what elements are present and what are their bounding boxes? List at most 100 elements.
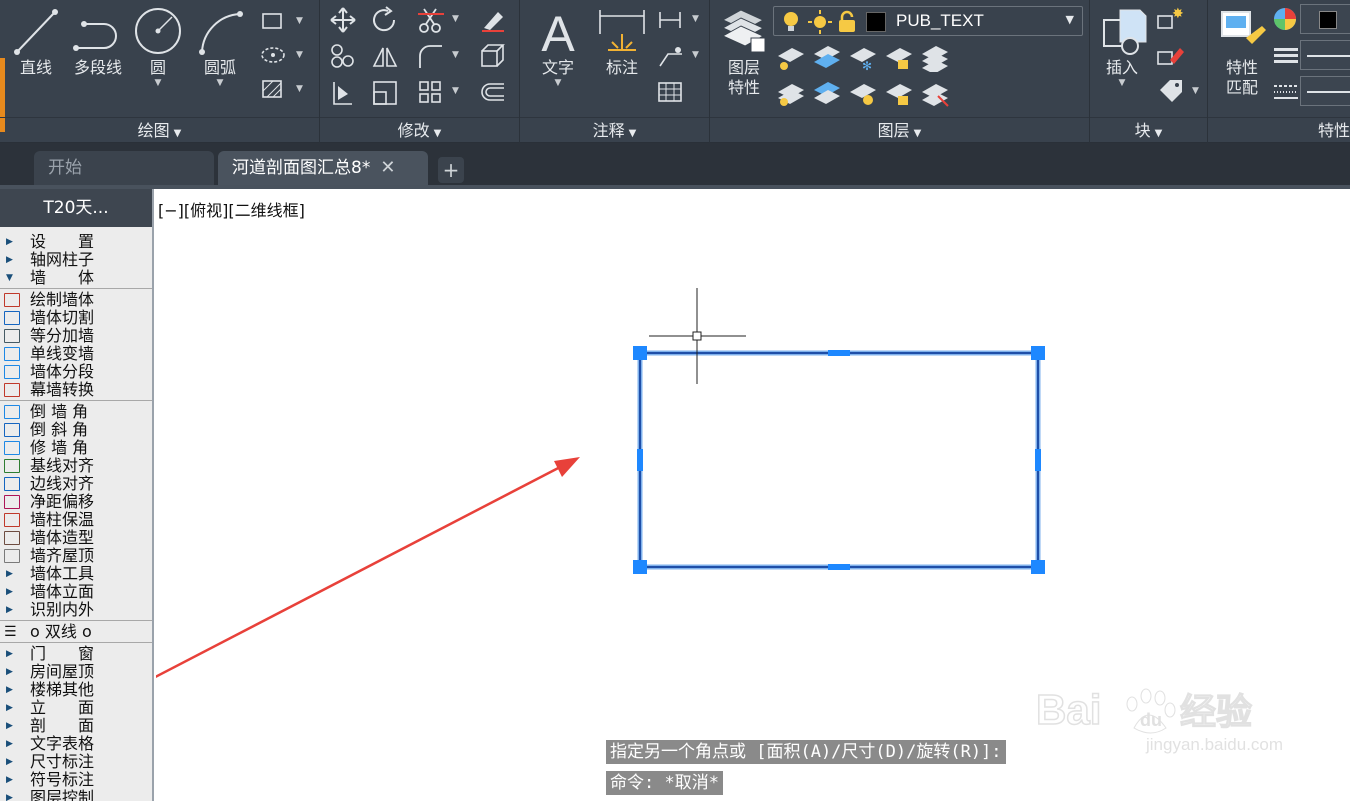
rectangle-dropdown-icon[interactable]: ▼ bbox=[296, 16, 303, 26]
move-button[interactable] bbox=[328, 6, 364, 36]
scale-button[interactable] bbox=[370, 78, 406, 108]
new-tab-button[interactable]: + bbox=[438, 157, 464, 183]
palette-separator-item[interactable]: ☰ o 双线 o bbox=[0, 623, 152, 641]
palette-item[interactable]: 基线对齐 bbox=[0, 457, 152, 475]
layer-off-button[interactable] bbox=[776, 44, 812, 74]
palette-item[interactable]: ▶ 图层控制 bbox=[0, 789, 152, 801]
ellipse-button[interactable] bbox=[258, 42, 294, 72]
palette-item[interactable]: ▶ 符号标注 bbox=[0, 771, 152, 789]
arc-button[interactable]: 圆弧 ▼ bbox=[190, 4, 250, 112]
drawing-canvas[interactable]: [−][俯视][二维线框] Bai du 经验 jingyan.baidu.co… bbox=[156, 189, 1350, 801]
ellipse-dropdown-icon[interactable]: ▼ bbox=[296, 50, 303, 60]
leader-dropdown-icon[interactable]: ▼ bbox=[692, 50, 699, 60]
selected-rectangle[interactable] bbox=[633, 346, 1045, 574]
erase-button[interactable] bbox=[478, 6, 514, 36]
properties-group-label[interactable]: 特性 bbox=[1208, 117, 1350, 143]
grip-bottom-right[interactable] bbox=[1031, 560, 1045, 574]
tab-start[interactable]: 开始 bbox=[34, 151, 214, 185]
palette-item[interactable]: ▶ 门 窗 bbox=[0, 645, 152, 663]
linear-dim-button[interactable] bbox=[656, 6, 692, 36]
palette-item[interactable]: 绘制墙体 bbox=[0, 291, 152, 309]
insert-block-button[interactable]: 插入 ▼ bbox=[1092, 4, 1152, 112]
offset-button[interactable] bbox=[478, 78, 514, 108]
palette-item[interactable]: 幕墙转换 bbox=[0, 381, 152, 399]
grip-top-right[interactable] bbox=[1031, 346, 1045, 360]
draw-group-label[interactable]: 绘图 ▼ bbox=[0, 117, 319, 143]
palette-item[interactable]: 墙体切割 bbox=[0, 309, 152, 327]
grip-top-mid[interactable] bbox=[828, 350, 850, 356]
layer-lock-button[interactable] bbox=[884, 44, 920, 74]
layers-group-label[interactable]: 图层 ▼ bbox=[710, 117, 1089, 143]
layer-thaw-button[interactable] bbox=[848, 80, 884, 110]
rectangle-button[interactable] bbox=[258, 8, 294, 38]
palette-item[interactable]: 倒 墙 角 bbox=[0, 403, 152, 421]
grip-right-mid[interactable] bbox=[1035, 449, 1041, 471]
palette-title[interactable]: T20天... bbox=[0, 189, 152, 227]
block-attribute-button[interactable] bbox=[1156, 78, 1192, 108]
annotation-group-label[interactable]: 注释 ▼ bbox=[520, 117, 709, 143]
fillet-button[interactable] bbox=[416, 42, 452, 72]
palette-item[interactable]: ▶ 立 面 bbox=[0, 699, 152, 717]
palette-item[interactable]: ▶ 剖 面 bbox=[0, 717, 152, 735]
grip-bottom-left[interactable] bbox=[633, 560, 647, 574]
text-dropdown-icon[interactable]: ▼ bbox=[528, 78, 588, 88]
arc-dropdown-icon[interactable]: ▼ bbox=[190, 78, 250, 88]
dimension-button[interactable]: 标注 bbox=[592, 4, 652, 112]
palette-item[interactable]: ▶ 楼梯其他 bbox=[0, 681, 152, 699]
trim-dropdown-icon[interactable]: ▼ bbox=[452, 14, 459, 24]
array-button[interactable] bbox=[416, 78, 452, 108]
palette-item[interactable]: ▶ 墙体工具 bbox=[0, 565, 152, 583]
palette-item[interactable]: 倒 斜 角 bbox=[0, 421, 152, 439]
trim-button[interactable] bbox=[416, 6, 452, 36]
stretch-button[interactable] bbox=[328, 78, 364, 108]
palette-item[interactable]: 墙体分段 bbox=[0, 363, 152, 381]
palette-item[interactable]: 单线变墙 bbox=[0, 345, 152, 363]
layer-dropdown[interactable]: PUB_TEXT ▼ bbox=[773, 6, 1083, 36]
grip-top-left[interactable] bbox=[633, 346, 647, 360]
palette-item[interactable]: ▶ 墙体立面 bbox=[0, 583, 152, 601]
palette-item[interactable]: 净距偏移 bbox=[0, 493, 152, 511]
hatch-dropdown-icon[interactable]: ▼ bbox=[296, 84, 303, 94]
layer-unisolate-button[interactable] bbox=[812, 80, 848, 110]
layer-isolate-button[interactable] bbox=[812, 44, 848, 74]
palette-item[interactable]: 墙体造型 bbox=[0, 529, 152, 547]
3d-box-button[interactable] bbox=[478, 42, 514, 72]
text-button[interactable]: A 文字 ▼ bbox=[528, 4, 588, 112]
layer-properties-button[interactable]: 图层 特性 bbox=[714, 4, 774, 112]
insert-dropdown-icon[interactable]: ▼ bbox=[1092, 78, 1152, 88]
color-select[interactable] bbox=[1300, 4, 1350, 34]
rotate-button[interactable] bbox=[370, 6, 406, 36]
lineweight-select[interactable] bbox=[1300, 40, 1350, 70]
mirror-button[interactable] bbox=[370, 42, 406, 72]
table-button[interactable] bbox=[656, 78, 692, 108]
grip-bottom-mid[interactable] bbox=[828, 564, 850, 570]
palette-item[interactable]: 墙柱保温 bbox=[0, 511, 152, 529]
layer-on-button[interactable] bbox=[776, 80, 812, 110]
match-properties-button[interactable]: 特性 匹配 bbox=[1212, 4, 1272, 112]
linear-dim-dropdown-icon[interactable]: ▼ bbox=[692, 14, 699, 24]
edit-block-button[interactable] bbox=[1156, 42, 1192, 72]
palette-item[interactable]: 修 墙 角 bbox=[0, 439, 152, 457]
block-group-label[interactable]: 块 ▼ bbox=[1090, 117, 1207, 143]
tab-close-icon[interactable]: ✕ bbox=[380, 157, 395, 178]
circle-button[interactable]: 圆 ▼ bbox=[128, 4, 188, 112]
palette-item[interactable]: ▼ 墙 体 bbox=[0, 269, 152, 287]
palette-item[interactable]: ▶ 轴网柱子 bbox=[0, 251, 152, 269]
palette-item[interactable]: 边线对齐 bbox=[0, 475, 152, 493]
tab-drawing[interactable]: 河道剖面图汇总8* ✕ bbox=[218, 151, 428, 185]
linetype-select[interactable] bbox=[1300, 76, 1350, 106]
leader-button[interactable] bbox=[656, 42, 692, 72]
grip-left-mid[interactable] bbox=[637, 449, 643, 471]
array-dropdown-icon[interactable]: ▼ bbox=[452, 86, 459, 96]
copy-button[interactable] bbox=[328, 42, 364, 72]
polyline-button[interactable]: 多段线 bbox=[66, 4, 130, 112]
fillet-dropdown-icon[interactable]: ▼ bbox=[452, 50, 459, 60]
palette-item[interactable]: ▶ 识别内外 bbox=[0, 601, 152, 619]
palette-item[interactable]: 墙齐屋顶 bbox=[0, 547, 152, 565]
create-block-button[interactable]: ✸ bbox=[1156, 6, 1192, 36]
palette-item[interactable]: ▶ 房间屋顶 bbox=[0, 663, 152, 681]
palette-item[interactable]: ▶ 文字表格 bbox=[0, 735, 152, 753]
layer-merge-button[interactable] bbox=[920, 80, 956, 110]
command-prompt[interactable]: 指定另一个角点或 [面积(A)/尺寸(D)/旋转(R)]: bbox=[606, 740, 1006, 764]
circle-dropdown-icon[interactable]: ▼ bbox=[128, 78, 188, 88]
